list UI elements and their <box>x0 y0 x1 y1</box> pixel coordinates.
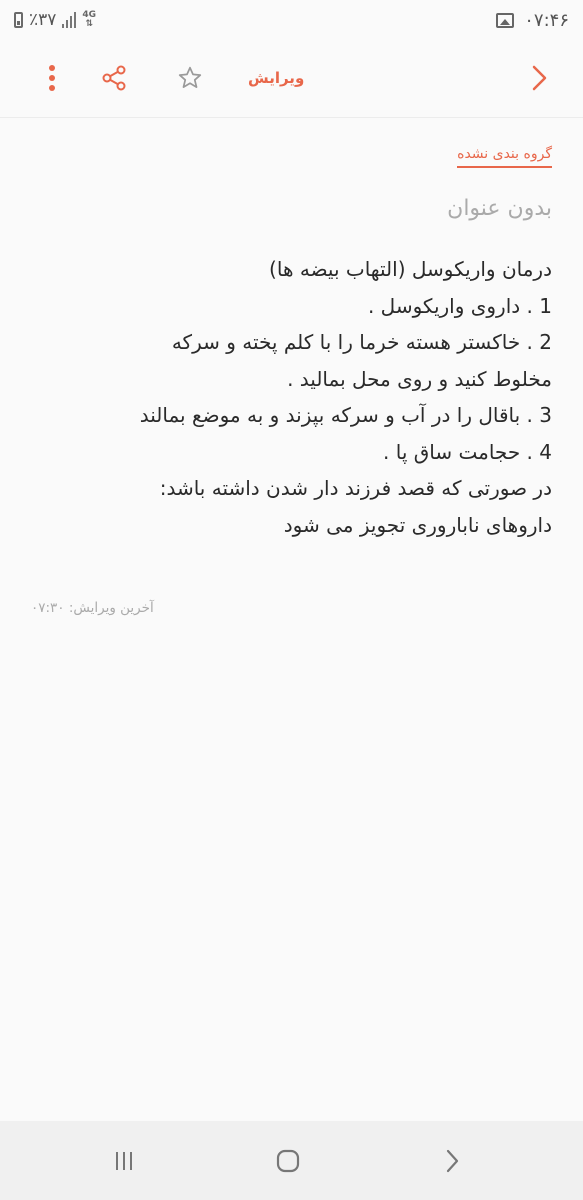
recent-apps-icon <box>116 1152 132 1170</box>
network-type-icon: 4G ⇅ <box>82 11 96 29</box>
status-right: ۰۷:۴۶ <box>496 10 569 31</box>
edit-button[interactable]: ویرایش <box>238 62 314 94</box>
note-line: درمان واریکوسل (التهاب بیضه ها) <box>269 257 552 281</box>
note-toolbar: ویرایش <box>0 40 583 118</box>
data-arrows-icon: ⇅ <box>85 19 93 29</box>
last-edited-timestamp: آخرین ویرایش: ۰۷:۳۰ <box>31 600 154 616</box>
chevron-right-icon <box>532 65 547 91</box>
recent-apps-button[interactable] <box>104 1141 144 1181</box>
chevron-right-icon <box>446 1149 459 1173</box>
home-button[interactable] <box>268 1141 308 1181</box>
signal-icon <box>62 12 77 28</box>
status-bar: ٪۳۷ 4G ⇅ ۰۷:۴۶ <box>0 0 583 40</box>
note-line: 3 . باقال را در آب و سرکه بپزند و به موض… <box>139 403 552 427</box>
more-vertical-icon <box>49 65 55 91</box>
home-icon <box>276 1149 300 1173</box>
star-icon <box>178 66 202 88</box>
category-selector[interactable]: گروه بندی نشده <box>457 146 552 168</box>
note-line: 1 . داروی واریکوسل . <box>367 293 552 318</box>
note-line: مخلوط کنید و روی محل بمالید . <box>287 366 552 391</box>
clock: ۰۷:۴۶ <box>524 9 569 31</box>
battery-icon <box>14 12 23 28</box>
gallery-icon <box>496 12 515 28</box>
more-options-button[interactable] <box>32 58 72 98</box>
battery-percent: ٪۳۷ <box>29 10 57 30</box>
share-button[interactable] <box>94 58 134 98</box>
share-icon <box>102 65 126 91</box>
note-body[interactable]: درمان واریکوسل (التهاب بیضه ها) 1 . دارو… <box>27 251 552 543</box>
favorite-button[interactable] <box>170 58 210 98</box>
note-line: داروهای ناباروری تجویز می شود <box>283 512 552 537</box>
system-back-button[interactable] <box>432 1141 472 1181</box>
back-button[interactable] <box>519 58 559 98</box>
note-line: در صورتی که قصد فرزند دار شدن داشته باشد… <box>159 476 552 500</box>
note-line: 4 . حجامت ساق پا . <box>383 439 552 464</box>
system-nav-bar <box>0 1121 583 1200</box>
note-line: 2 . خاکستر هسته خرما را با کلم پخته و سر… <box>171 330 552 354</box>
note-title[interactable]: بدون عنوان <box>447 196 552 221</box>
status-left: ٪۳۷ 4G ⇅ <box>14 10 96 30</box>
